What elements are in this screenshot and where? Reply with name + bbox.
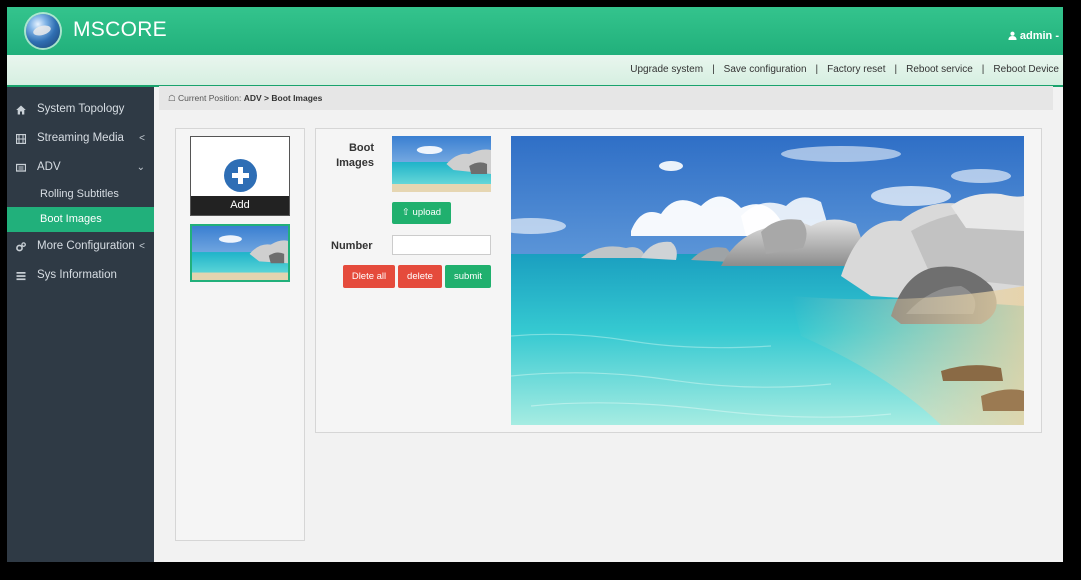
plus-circle-icon <box>224 159 257 192</box>
sidebar-item-adv[interactable]: ADV ⌄ <box>7 153 154 182</box>
breadcrumb-page: Boot Images <box>271 93 323 103</box>
breadcrumb: ☖ Current Position: ADV > Boot Images <box>159 86 1053 110</box>
chevron-down-icon: ⌄ <box>136 162 145 173</box>
submit-button[interactable]: submit <box>445 265 491 288</box>
chevron-left-icon: < <box>139 241 145 252</box>
beach-thumbnail-image <box>192 226 288 280</box>
home-icon: ☖ <box>168 93 176 103</box>
upload-icon: ⇧ <box>401 207 410 218</box>
user-icon <box>1008 31 1017 40</box>
sidebar-item-label: Streaming Media <box>37 132 124 144</box>
sidebar-item-label: Sys Information <box>37 269 117 281</box>
number-label: Number <box>331 240 373 252</box>
home-icon <box>16 105 26 115</box>
chevron-left-icon: < <box>139 133 145 144</box>
beach-small-image <box>392 136 491 192</box>
breadcrumb-section[interactable]: ADV <box>244 93 262 103</box>
app-title: MSCORE <box>73 18 167 41</box>
sidebar-item-label: System Topology <box>37 103 125 115</box>
monitor-icon <box>16 163 26 172</box>
globe-logo-icon <box>26 14 60 48</box>
boot-image-preview-small <box>392 136 491 192</box>
user-name: admin <box>1019 30 1053 42</box>
action-toolbar: Upgrade system | Save configuration | Factor… <box>7 55 1063 87</box>
add-image-card[interactable]: Add <box>190 136 290 216</box>
delete-button[interactable]: delete <box>398 265 442 288</box>
upload-label: upload <box>412 207 442 218</box>
boot-image-thumbnail[interactable] <box>190 224 290 282</box>
sidebar-item-label: ADV <box>37 161 61 173</box>
top-header: MSCORE admin - <box>7 7 1063 55</box>
film-icon <box>16 134 26 144</box>
sidebar: System Topology Streaming Media < ADV ⌄ … <box>7 87 154 562</box>
divider: | <box>712 64 715 75</box>
upload-button[interactable]: ⇧ upload <box>392 202 451 224</box>
breadcrumb-separator: > <box>264 93 269 103</box>
save-configuration-link[interactable]: Save configuration <box>724 64 807 75</box>
beach-large-image <box>511 136 1024 425</box>
sidebar-item-streaming-media[interactable]: Streaming Media < <box>7 124 154 153</box>
user-menu[interactable]: admin - <box>1008 30 1059 42</box>
sidebar-subitem-boot-images[interactable]: Boot Images <box>7 207 154 232</box>
divider: | <box>815 64 819 75</box>
list-icon <box>16 272 26 281</box>
boot-image-large-preview <box>511 136 1024 425</box>
sidebar-item-more-configuration[interactable]: More Configuration < <box>7 232 154 261</box>
app-window: MSCORE admin - Upgrade system | Save confi… <box>7 7 1063 562</box>
factory-reset-link[interactable]: Factory reset <box>827 64 885 75</box>
boot-images-label: Boot Images <box>336 142 374 169</box>
divider: | <box>894 64 898 75</box>
breadcrumb-prefix: Current Position: <box>178 93 242 103</box>
divider: | <box>981 64 985 75</box>
sidebar-item-label: More Configuration <box>37 240 135 252</box>
reboot-device-link[interactable]: Reboot Device <box>993 64 1059 75</box>
sidebar-item-sys-information[interactable]: Sys Information <box>7 261 154 290</box>
upgrade-system-link[interactable]: Upgrade system <box>630 64 703 75</box>
reboot-service-link[interactable]: Reboot service <box>906 64 973 75</box>
cogs-icon <box>16 242 26 252</box>
sidebar-item-system-topology[interactable]: System Topology <box>7 95 154 124</box>
sidebar-subitem-rolling-subtitles[interactable]: Rolling Subtitles <box>7 182 154 207</box>
delete-all-button[interactable]: Dlete all <box>343 265 395 288</box>
number-input[interactable] <box>392 235 491 255</box>
user-menu-caret-icon: - <box>1055 30 1059 42</box>
add-label: Add <box>191 196 289 215</box>
